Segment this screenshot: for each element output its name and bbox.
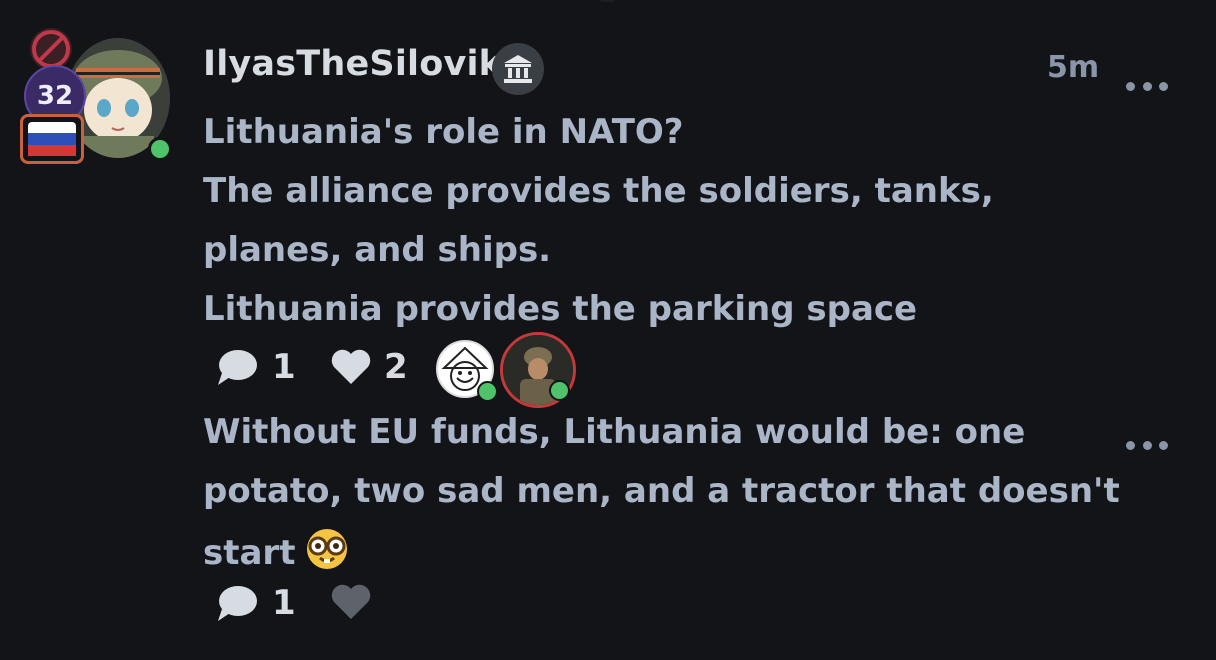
- comment-icon: [218, 350, 257, 385]
- reactor-online-indicator: [549, 380, 570, 401]
- reactor-online-indicator: [477, 381, 498, 402]
- nerd-face-emoji-icon: [303, 528, 351, 579]
- message-line-with-emoji: start: [203, 528, 351, 579]
- message-line: The alliance provides the soldiers, tank…: [203, 171, 994, 211]
- comment-icon: [218, 586, 257, 621]
- heart-icon: [331, 584, 371, 619]
- heart-icon: [331, 349, 371, 384]
- author-username[interactable]: IlyasTheSilovik: [203, 44, 502, 84]
- scroll-indicator: [596, 0, 618, 2]
- message-line: potato, two sad men, and a tractor that …: [203, 471, 1120, 511]
- like-count: 2: [384, 347, 408, 387]
- message-line: Without EU funds, Lithuania would be: on…: [203, 412, 1026, 452]
- russia-flag-icon: [20, 114, 84, 164]
- online-status-indicator: [148, 137, 172, 161]
- message-line: Lithuania's role in NATO?: [203, 112, 684, 152]
- comment-button[interactable]: 1: [216, 583, 296, 623]
- like-button[interactable]: 2: [330, 347, 408, 387]
- more-options-icon[interactable]: [1126, 78, 1168, 94]
- comment-button[interactable]: 1: [216, 347, 296, 387]
- message-text: start: [203, 533, 296, 573]
- comment-count: 1: [272, 583, 296, 623]
- message-line: Lithuania provides the parking space: [203, 289, 918, 329]
- more-options-icon[interactable]: [1126, 437, 1168, 453]
- post-timestamp: 5m: [1047, 50, 1100, 85]
- like-button[interactable]: [330, 583, 372, 621]
- message-line: planes, and ships.: [203, 230, 552, 270]
- comment-count: 1: [272, 347, 296, 387]
- government-building-icon: [492, 43, 544, 95]
- feed: 32 IlyasTheSilovik 5m Lithuania's role i…: [0, 0, 1216, 660]
